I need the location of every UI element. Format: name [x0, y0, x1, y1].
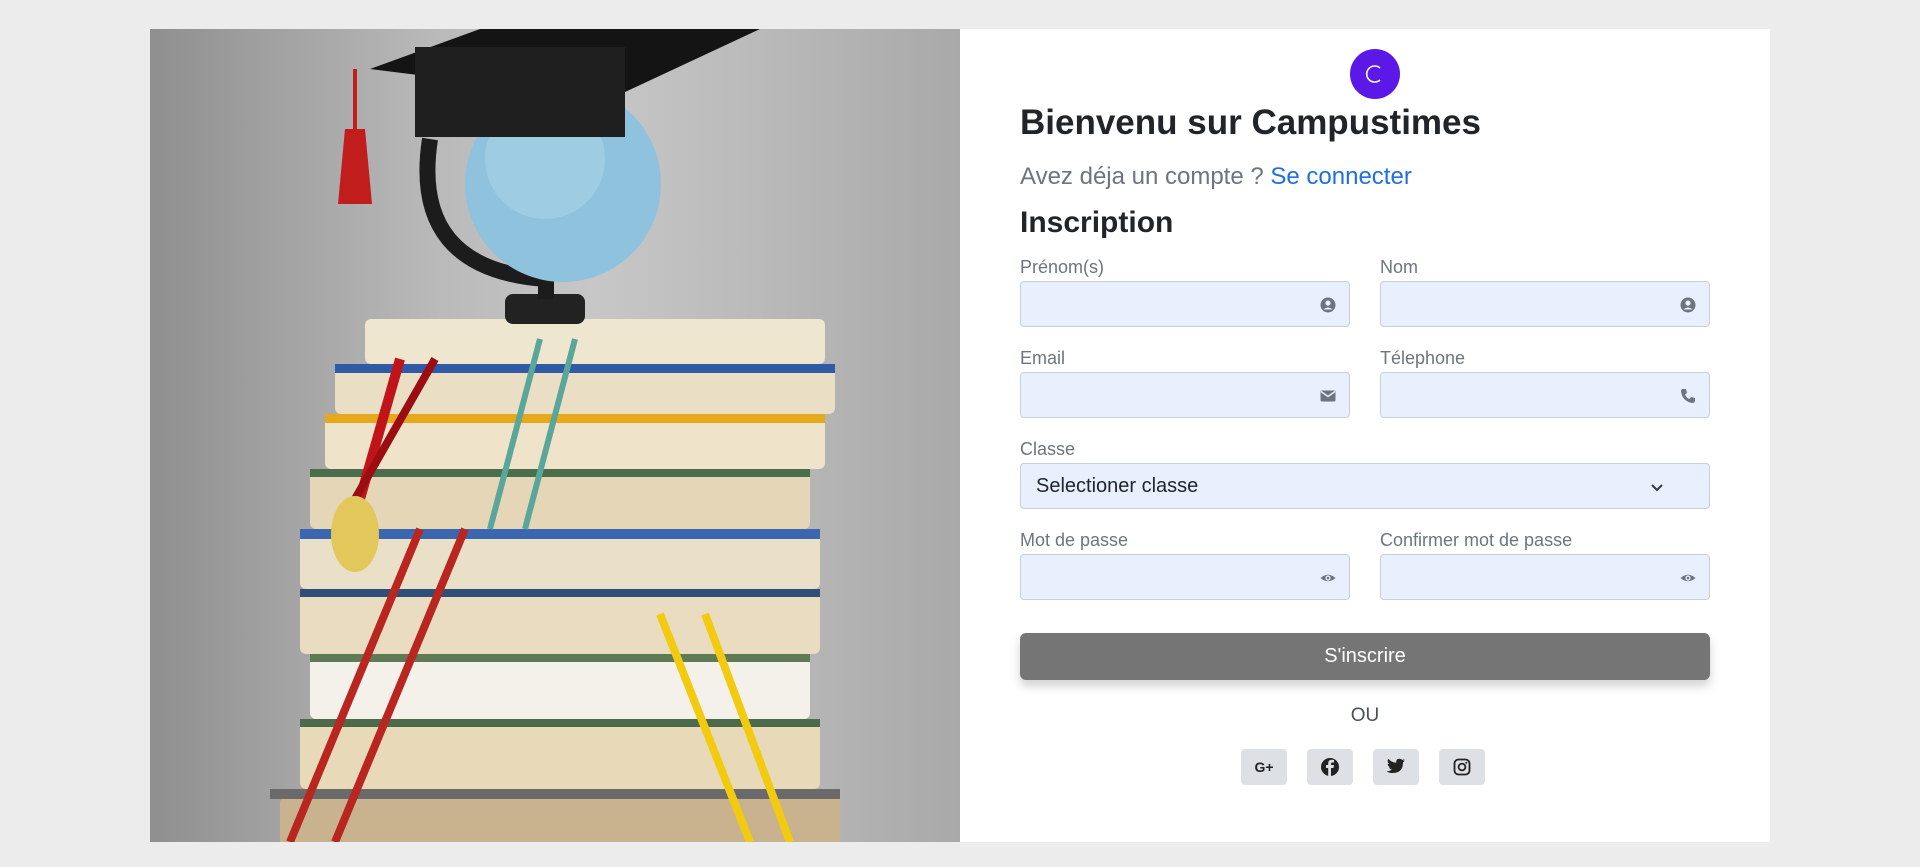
- login-prompt-text: Avez déja un compte ?: [1020, 163, 1264, 190]
- classe-field: Classe Selectioner classe: [1020, 437, 1710, 509]
- login-prompt: Avez déja un compte ? Se connecter: [1020, 163, 1412, 191]
- chevron-down-icon: [1651, 484, 1663, 492]
- firstname-field: Prénom(s): [1020, 255, 1350, 327]
- email-label: Email: [1020, 348, 1066, 368]
- confirm-password-box: [1380, 554, 1710, 600]
- page-title: Bienvenu sur Campustimes: [1020, 103, 1481, 142]
- or-separator: OU: [1350, 705, 1380, 726]
- lastname-field: Nom: [1380, 255, 1710, 327]
- lastname-box: [1380, 281, 1710, 327]
- envelope-icon: [1320, 390, 1336, 402]
- confirm-password-label: Confirmer mot de passe: [1380, 530, 1573, 550]
- phone-box: [1380, 372, 1710, 418]
- email-box: [1020, 372, 1350, 418]
- classe-label: Classe: [1020, 439, 1076, 459]
- confirm-password-field: Confirmer mot de passe: [1380, 528, 1710, 600]
- email-input[interactable]: [1021, 373, 1349, 417]
- campustimes-logo: [1350, 49, 1400, 99]
- social-login-buttons: G+: [1241, 749, 1485, 785]
- confirm-password-input[interactable]: [1381, 555, 1709, 599]
- hero-image: [150, 29, 960, 842]
- signup-button[interactable]: S'inscrire: [1020, 633, 1710, 680]
- email-field: Email: [1020, 346, 1350, 418]
- phone-label: Télephone: [1380, 348, 1466, 368]
- facebook-button[interactable]: [1307, 749, 1353, 785]
- twitter-button[interactable]: [1373, 749, 1419, 785]
- facebook-icon: [1321, 758, 1339, 776]
- phone-input[interactable]: [1381, 373, 1709, 417]
- user-circle-icon: [1680, 297, 1696, 313]
- firstname-input[interactable]: [1021, 282, 1349, 326]
- eye-icon[interactable]: [1679, 569, 1697, 587]
- books-graduation-illustration: [270, 29, 840, 842]
- instagram-button[interactable]: [1439, 749, 1485, 785]
- signup-panel: Bienvenu sur Campustimes Avez déja un co…: [960, 29, 1770, 842]
- classe-selected-value: Selectioner classe: [1036, 475, 1199, 497]
- password-field: Mot de passe: [1020, 528, 1350, 600]
- firstname-box: [1020, 281, 1350, 327]
- user-circle-icon: [1320, 297, 1336, 313]
- lastname-input[interactable]: [1381, 282, 1709, 326]
- password-input[interactable]: [1021, 555, 1349, 599]
- firstname-label: Prénom(s): [1020, 257, 1105, 277]
- form-heading: Inscription: [1020, 206, 1174, 239]
- lastname-label: Nom: [1380, 257, 1419, 277]
- password-label: Mot de passe: [1020, 530, 1129, 550]
- login-link[interactable]: Se connecter: [1270, 163, 1411, 190]
- instagram-icon: [1453, 758, 1471, 776]
- phone-icon: [1681, 389, 1695, 403]
- logo-c-icon: [1365, 65, 1381, 83]
- classe-select[interactable]: Selectioner classe: [1020, 463, 1710, 509]
- twitter-icon: [1386, 758, 1405, 773]
- password-box: [1020, 554, 1350, 600]
- eye-icon[interactable]: [1319, 569, 1337, 587]
- google-plus-icon: G+: [1254, 759, 1274, 775]
- google-plus-button[interactable]: G+: [1241, 749, 1287, 785]
- phone-field: Télephone: [1380, 346, 1710, 418]
- signup-card: Bienvenu sur Campustimes Avez déja un co…: [150, 29, 1770, 842]
